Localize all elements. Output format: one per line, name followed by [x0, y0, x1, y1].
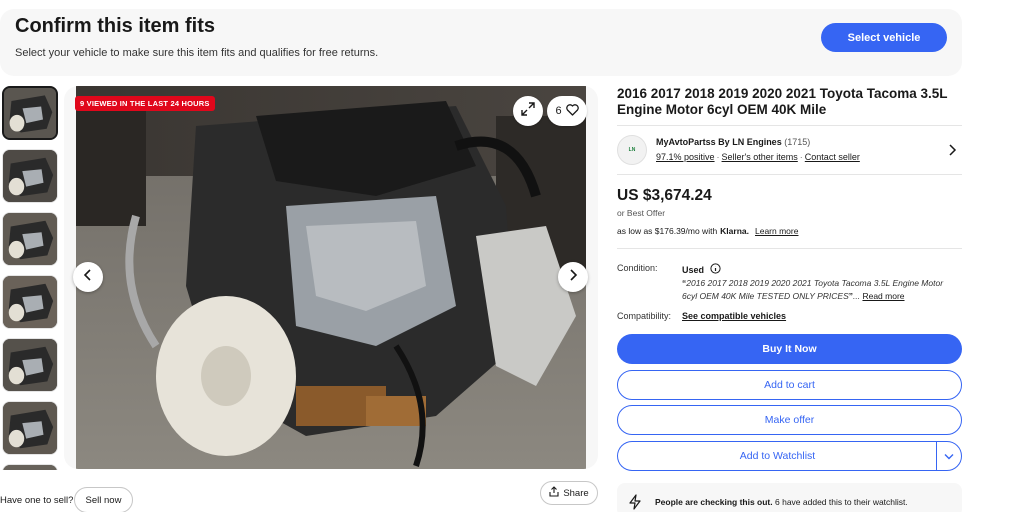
item-price: US $3,674.24	[617, 187, 712, 204]
previous-image-button[interactable]	[73, 262, 103, 292]
make-offer-button[interactable]: Make offer	[617, 405, 962, 435]
watch-count-button[interactable]: 6	[547, 96, 587, 126]
expand-icon	[521, 101, 535, 121]
add-to-cart-button[interactable]: Add to cart	[617, 370, 962, 400]
condition-value: Used	[682, 263, 721, 276]
share-label: Share	[563, 487, 589, 499]
main-product-image[interactable]	[76, 86, 586, 469]
condition-description: “2016 2017 2018 2019 2020 2021 Toyota Ta…	[682, 278, 944, 301]
contact-seller-link[interactable]: Contact seller	[805, 152, 860, 162]
seller-other-items-link[interactable]: Seller's other items	[722, 152, 798, 162]
compatibility-label: Compatibility:	[617, 311, 672, 321]
watch-count: 6	[555, 105, 562, 117]
seller-positive-link[interactable]: 97.1% positive	[656, 152, 715, 162]
info-icon[interactable]	[710, 263, 721, 276]
thumbnail-2[interactable]	[2, 149, 58, 203]
thumbnail-image	[3, 150, 57, 202]
chevron-right-icon[interactable]	[945, 143, 959, 157]
thumbnail-6[interactable]	[2, 401, 58, 455]
fitment-subtitle: Select your vehicle to make sure this it…	[15, 47, 379, 59]
divider	[617, 125, 962, 126]
best-offer-text: or Best Offer	[617, 208, 666, 218]
separator: ·	[716, 152, 720, 162]
thumbnail-1[interactable]	[2, 86, 58, 140]
seller-name-text[interactable]: MyAvtoPartss By LN Engines	[656, 137, 782, 147]
buy-it-now-button[interactable]: Buy It Now	[617, 334, 962, 364]
klarna-prefix: as low as $176.39/mo with	[617, 226, 718, 236]
divider	[617, 174, 962, 175]
select-vehicle-button[interactable]: Select vehicle	[821, 23, 947, 52]
social-proof-text: People are checking this out. 6 have add…	[655, 497, 908, 507]
thumbnail-4[interactable]	[2, 275, 58, 329]
seller-links: 97.1% positive · Seller's other items · Cont…	[656, 152, 860, 162]
condition-value-text: Used	[682, 264, 705, 275]
expand-image-button[interactable]	[513, 96, 543, 126]
main-image-container	[64, 86, 598, 469]
seller-feedback-count: (1715)	[784, 137, 811, 147]
social-proof-detail: 6 have added this to their watchlist.	[775, 497, 908, 507]
thumbnail-image	[3, 402, 57, 454]
klarna-brand: Klarna.	[720, 226, 749, 236]
lightning-icon	[628, 494, 642, 510]
seller-name[interactable]: MyAvtoPartss By LN Engines (1715)	[656, 137, 810, 147]
condition-label: Condition:	[617, 263, 658, 273]
sell-prompt: Have one to sell?	[0, 495, 74, 506]
thumbnail-image	[3, 276, 57, 328]
quote-close: ”	[848, 290, 853, 301]
thumbnail-image	[4, 88, 56, 138]
thumbnail-image	[3, 339, 57, 391]
klarna-financing: as low as $176.39/mo with Klarna. Learn mo…	[617, 226, 798, 236]
chevron-down-icon	[944, 447, 954, 465]
fitment-title: Confirm this item fits	[15, 15, 216, 37]
see-compatible-vehicles-link[interactable]: See compatible vehicles	[682, 311, 786, 321]
thumbnail-strip	[0, 86, 60, 470]
klarna-learn-more-link[interactable]: Learn more	[755, 226, 798, 236]
thumbnail-3[interactable]	[2, 212, 58, 266]
watchlist-dropdown-button[interactable]	[936, 441, 962, 471]
social-proof-headline: People are checking this out.	[655, 497, 773, 507]
share-button[interactable]: Share	[540, 481, 598, 505]
heart-icon	[565, 103, 579, 119]
next-image-button[interactable]	[558, 262, 588, 292]
chevron-right-icon	[568, 268, 578, 286]
item-title: 2016 2017 2018 2019 2020 2021 Toyota Tac…	[617, 86, 948, 117]
thumbnail-5[interactable]	[2, 338, 58, 392]
separator: ·	[799, 152, 803, 162]
add-to-watchlist-button[interactable]: Add to Watchlist	[617, 441, 937, 471]
read-more-link[interactable]: Read more	[862, 291, 904, 301]
chevron-left-icon	[83, 268, 93, 286]
seller-logo[interactable]: LN	[617, 135, 647, 165]
thumbnail-image	[3, 465, 57, 470]
thumbnail-image	[3, 213, 57, 265]
thumbnail-7[interactable]	[2, 464, 58, 470]
views-badge: 9 VIEWED IN THE LAST 24 HOURS	[75, 96, 215, 111]
sell-now-button[interactable]: Sell now	[74, 487, 133, 512]
share-icon	[549, 486, 559, 500]
divider	[617, 248, 962, 249]
